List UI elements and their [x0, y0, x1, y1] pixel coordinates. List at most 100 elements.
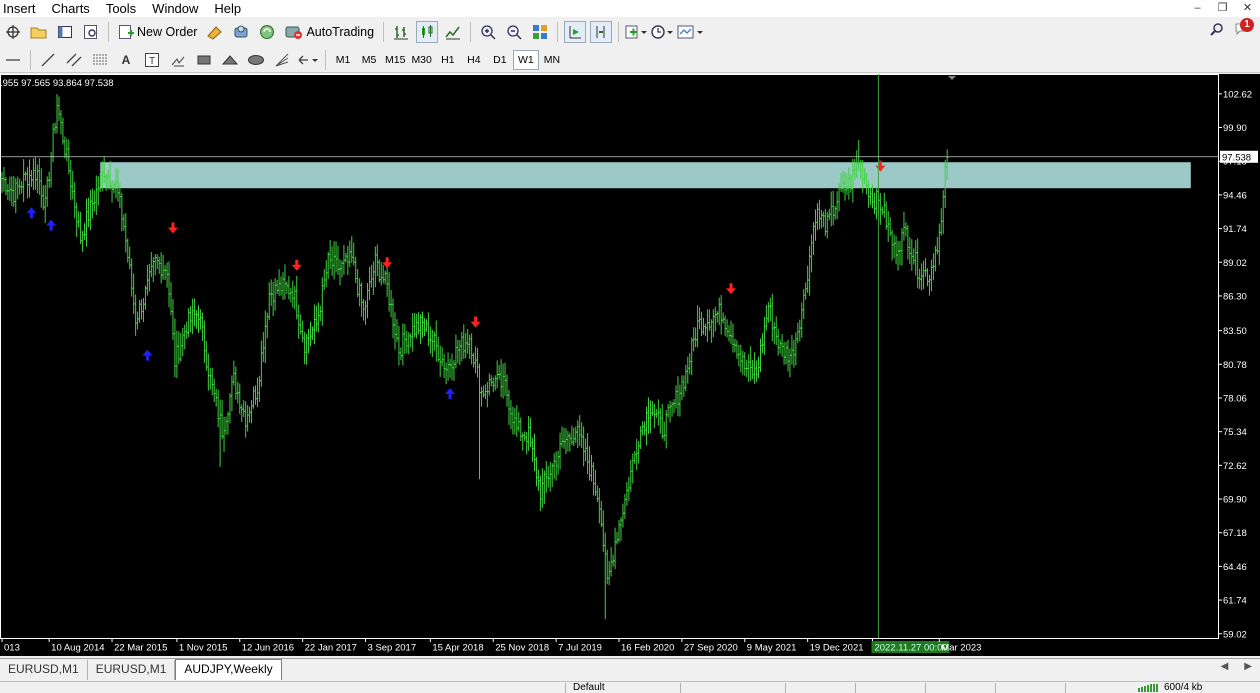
fibonacci-icon[interactable]	[89, 49, 111, 71]
menu-window[interactable]: Window	[144, 0, 206, 17]
horizontal-line-icon[interactable]	[2, 49, 24, 71]
text-icon[interactable]: A	[115, 49, 137, 71]
more-objects-icon[interactable]	[297, 49, 319, 71]
window-controls: – ❐ ✕	[1185, 0, 1260, 17]
open-folder-icon[interactable]	[28, 21, 50, 43]
crosshair-icon[interactable]	[2, 21, 24, 43]
fibonacci-fan-icon[interactable]	[271, 49, 293, 71]
market-icon[interactable]	[256, 21, 278, 43]
supply-zone-rectangle	[100, 162, 1191, 189]
new-order-button[interactable]: New Order	[115, 21, 200, 43]
x-axis-tick-label: 25 Nov 2018	[495, 643, 549, 654]
chart-window[interactable]: 102.6299.9097.1894.4691.7489.0286.3083.5…	[0, 74, 1260, 656]
auto-scroll-icon[interactable]	[564, 21, 587, 43]
menu-charts[interactable]: Charts	[44, 0, 98, 17]
x-axis-tick-label: 7 Jul 2019	[558, 643, 602, 654]
autotrading-button[interactable]: AutoTrading	[282, 21, 377, 43]
timeframe-m1[interactable]: M1	[330, 50, 356, 70]
separator	[557, 22, 559, 42]
sell-arrow-icon	[726, 283, 737, 295]
y-axis-tick-label: 86.30	[1223, 291, 1247, 302]
buy-arrow-icon	[46, 219, 57, 231]
zoom-out-icon[interactable]	[503, 21, 525, 43]
separator	[325, 49, 326, 70]
metaeditor-icon[interactable]	[204, 21, 226, 43]
zoom-in-icon[interactable]	[477, 21, 499, 43]
periods-icon[interactable]	[651, 21, 674, 43]
y-axis-tick-label: 80.78	[1223, 360, 1247, 371]
status-profile: Default	[573, 682, 605, 693]
ellipse-icon[interactable]	[245, 49, 267, 71]
buy-arrow-icon	[26, 207, 37, 219]
x-axis-tick-label: 3 Sep 2017	[368, 643, 417, 654]
standard-toolbar: New Order AutoTrading	[0, 19, 1260, 45]
menu-insert[interactable]: Insert	[0, 0, 44, 17]
y-axis-tick-label: 102.62	[1223, 89, 1252, 100]
crosshair-date-label: 2022.11.27 00:00	[874, 643, 947, 654]
x-axis-tick-label: Mar 2023	[941, 643, 981, 654]
notification-badge: 1	[1240, 18, 1254, 32]
y-axis-tick-label: 72.62	[1223, 461, 1247, 472]
separator	[108, 22, 109, 42]
triangle-icon[interactable]	[219, 49, 241, 71]
top-right-icons: 1	[1210, 18, 1254, 37]
x-axis-tick-label: 15 Apr 2018	[432, 643, 483, 654]
indicators-icon[interactable]	[625, 21, 648, 43]
search-icon[interactable]	[1210, 22, 1224, 36]
restore-icon[interactable]: ❐	[1210, 0, 1235, 17]
minimize-icon[interactable]: –	[1185, 0, 1210, 17]
x-axis-tick-label: 16 Feb 2020	[621, 643, 674, 654]
tab-scroll-left-icon[interactable]: ◀	[1221, 661, 1229, 672]
templates-icon[interactable]	[677, 21, 704, 43]
timeframe-m5[interactable]: M5	[356, 50, 382, 70]
timeframe-h4[interactable]: H4	[461, 50, 487, 70]
timeframe-m15[interactable]: M15	[382, 50, 408, 70]
menu-tools[interactable]: Tools	[98, 0, 144, 17]
candlestick-chart-icon[interactable]	[416, 21, 439, 43]
menu-help[interactable]: Help	[206, 0, 249, 17]
timeframe-mn[interactable]: MN	[539, 50, 565, 70]
equidistant-channel-icon[interactable]	[63, 49, 85, 71]
separator	[470, 22, 472, 42]
sell-arrow-icon	[167, 222, 178, 234]
tab-audjpy-weekly[interactable]: AUDJPY,Weekly	[175, 659, 282, 680]
navigator-icon[interactable]	[54, 21, 76, 43]
y-axis-tick-label: 61.74	[1223, 596, 1247, 607]
notifications-button[interactable]: 1	[1234, 18, 1254, 37]
text-label-icon[interactable]: T	[141, 49, 163, 71]
arrow-marker-icon[interactable]	[167, 49, 189, 71]
x-axis-tick-label: 19 Dec 2021	[810, 643, 864, 654]
tab-scroll-right-icon[interactable]: ▶	[1244, 661, 1252, 672]
buy-arrow-icon	[142, 349, 153, 361]
separator	[30, 49, 31, 70]
x-axis-tick-label: 12 Jun 2016	[242, 643, 294, 654]
timeframe-w1[interactable]: W1	[512, 49, 539, 70]
status-bar: Default 600/4 kb	[0, 681, 1260, 693]
plot-border	[0, 74, 1219, 639]
tab-eurusd-m1-b[interactable]: EURUSD,M1	[88, 660, 176, 680]
timeframe-m30[interactable]: M30	[408, 50, 434, 70]
strategy-tester-icon[interactable]	[80, 21, 102, 43]
timeframe-h1[interactable]: H1	[435, 50, 461, 70]
tile-windows-icon[interactable]	[529, 21, 551, 43]
chart-shift-icon[interactable]	[590, 21, 613, 43]
x-axis-tick-label: 22 Mar 2015	[114, 643, 167, 654]
x-axis-tick-label: 013	[4, 643, 20, 654]
signals-icon[interactable]	[230, 21, 252, 43]
tab-eurusd-m1-a[interactable]: EURUSD,M1	[0, 660, 88, 680]
rectangle-icon[interactable]	[193, 49, 215, 71]
status-traffic: 600/4 kb	[1164, 682, 1203, 693]
price-chart[interactable]: 102.6299.9097.1894.4691.7489.0286.3083.5…	[0, 74, 1260, 656]
autotrading-icon	[285, 26, 303, 39]
separator	[618, 22, 620, 42]
x-axis-tick-label: 10 Aug 2014	[51, 643, 104, 654]
separator	[383, 22, 385, 42]
drawing-toolbar: A T M1 M5 M15 M30 H1 H4 D1 W1 MN	[0, 47, 1260, 73]
trendline-icon[interactable]	[37, 49, 59, 71]
close-icon[interactable]: ✕	[1235, 0, 1260, 17]
line-chart-icon[interactable]	[442, 21, 464, 43]
y-axis-tick-label: 64.46	[1223, 562, 1247, 573]
bar-chart-icon[interactable]	[390, 21, 412, 43]
timeframe-d1[interactable]: D1	[487, 50, 513, 70]
buy-arrow-icon	[445, 388, 456, 400]
